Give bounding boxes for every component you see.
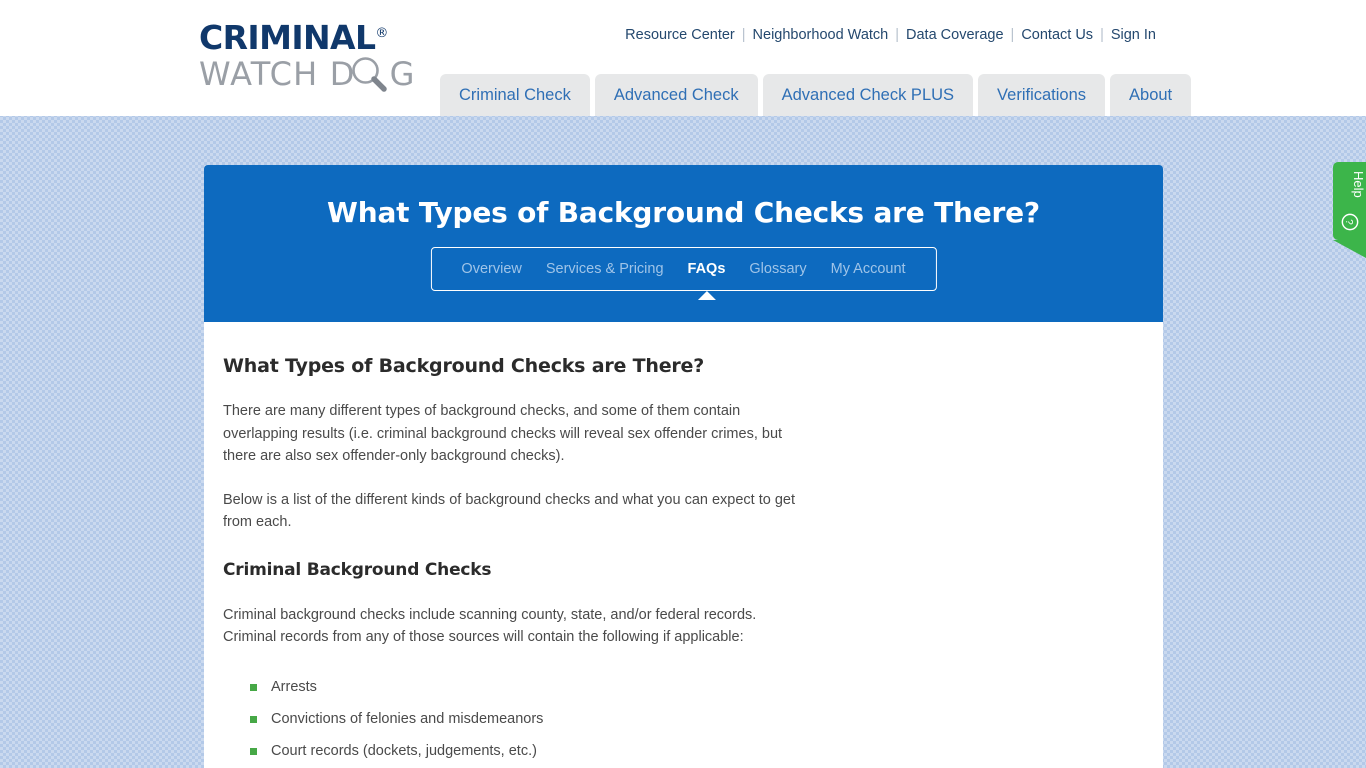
tab-advanced-check-plus[interactable]: Advanced Check PLUS: [762, 74, 974, 116]
help-tab-label: Help: [1351, 171, 1366, 198]
tab-about[interactable]: About: [1110, 74, 1192, 116]
tab-verifications[interactable]: Verifications: [978, 74, 1106, 116]
nav-link-data-coverage[interactable]: Data Coverage: [899, 27, 1011, 43]
list-item: Court records (dockets, judgements, etc.…: [250, 740, 1123, 762]
question-mark-circle-icon: ?: [1341, 213, 1358, 231]
nav-link-resource-center[interactable]: Resource Center: [618, 27, 742, 43]
subnav-item-my-account[interactable]: My Account: [819, 261, 918, 277]
nav-link-sign-in[interactable]: Sign In: [1104, 27, 1163, 43]
article-paragraph-3: Criminal background checks include scann…: [223, 606, 757, 646]
page-banner: What Types of Background Checks are Ther…: [204, 165, 1163, 322]
utility-nav: Resource Center | Neighborhood Watch | Data …: [618, 27, 1163, 43]
list-item: Convictions of felonies and misdemeanors: [250, 708, 1123, 730]
nav-link-neighborhood-watch[interactable]: Neighborhood Watch: [746, 27, 896, 43]
main-tab-bar: Criminal Check Advanced Check Advanced C…: [440, 70, 1192, 116]
logo-line-watchdog: WATCH DG: [199, 55, 429, 93]
article-paragraph-1: There are many different types of backgr…: [223, 403, 783, 464]
logo-text-watchd: WATCH D: [199, 55, 356, 93]
tab-advanced-check[interactable]: Advanced Check: [594, 74, 758, 116]
nav-separator: |: [741, 27, 746, 43]
article-paragraph-2: Below is a list of the different kinds o…: [223, 491, 796, 531]
svg-text:?: ?: [1343, 219, 1354, 225]
active-tab-caret-icon: [697, 291, 716, 300]
subnav-item-faqs-label: FAQs: [687, 261, 726, 277]
criminal-records-list: Arrests Convictions of felonies and misd…: [223, 676, 1123, 768]
article-subheading-criminal: Criminal Background Checks: [223, 559, 492, 580]
help-tab-button[interactable]: Help ?: [1333, 162, 1366, 240]
nav-link-contact-us[interactable]: Contact Us: [1014, 27, 1100, 43]
site-header: CRIMINAL® WATCH DG Resource Center | Neigh…: [0, 0, 1366, 116]
magnifying-glass-icon: [352, 57, 387, 92]
subnav-item-services-pricing[interactable]: Services & Pricing: [534, 261, 676, 277]
article-heading: What Types of Background Checks are Ther…: [223, 355, 705, 377]
logo-line-criminal: CRIMINAL®: [199, 21, 429, 54]
content-card: What Types of Background Checks are Ther…: [204, 165, 1163, 768]
section-subnav: Overview Services & Pricing FAQs Glossar…: [430, 247, 937, 300]
subnav-item-glossary[interactable]: Glossary: [737, 261, 818, 277]
article-body: What Types of Background Checks are Ther…: [204, 322, 1163, 768]
registered-mark-icon: ®: [375, 26, 388, 41]
site-logo[interactable]: CRIMINAL® WATCH DG: [199, 21, 429, 101]
tab-criminal-check[interactable]: Criminal Check: [440, 74, 590, 116]
help-tab-tail: [1333, 240, 1366, 258]
subnav-item-overview[interactable]: Overview: [449, 261, 533, 277]
subnav-item-faqs[interactable]: FAQs: [676, 261, 738, 300]
page-title: What Types of Background Checks are Ther…: [327, 196, 1040, 229]
list-item: Arrests: [250, 676, 1123, 698]
logo-text-criminal: CRIMINAL: [199, 18, 376, 57]
